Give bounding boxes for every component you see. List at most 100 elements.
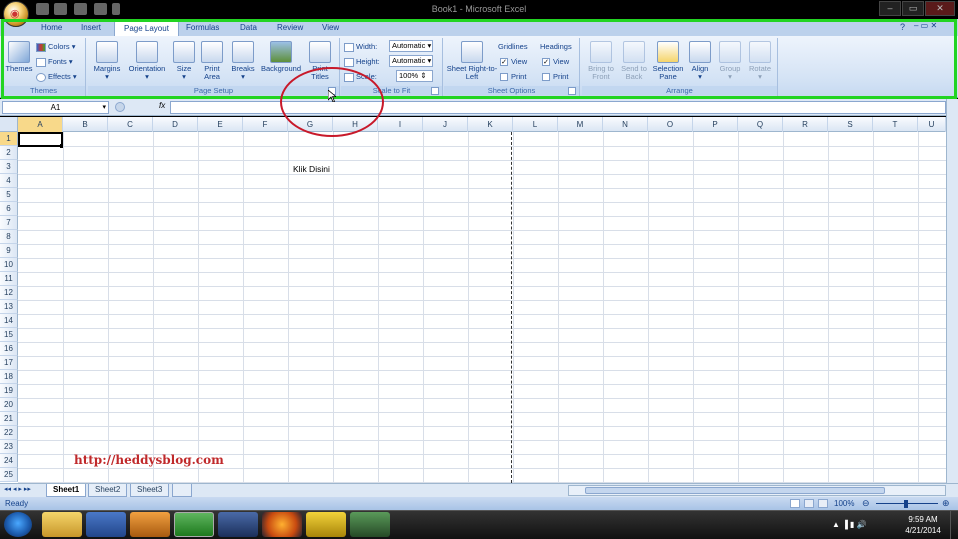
name-box[interactable]: A1 ▾ <box>2 101 109 114</box>
page-break-preview-icon[interactable] <box>818 499 828 508</box>
print-titles-button[interactable]: Print Titles <box>306 41 334 81</box>
row-header-11[interactable]: 11 <box>0 272 18 286</box>
column-header-q[interactable]: Q <box>738 117 783 132</box>
column-header-n[interactable]: N <box>603 117 648 132</box>
column-header-t[interactable]: T <box>873 117 918 132</box>
row-header-7[interactable]: 7 <box>0 216 18 230</box>
margins-button[interactable]: Margins ▾ <box>91 41 123 81</box>
sheet-nav-arrows-icon[interactable]: ◂◂ ◂ ▸ ▸▸ <box>4 485 31 493</box>
column-header-l[interactable]: L <box>513 117 558 132</box>
tab-home[interactable]: Home <box>32 20 71 37</box>
column-header-u[interactable]: U <box>918 117 946 132</box>
app-icon[interactable] <box>218 512 258 537</box>
row-header-4[interactable]: 4 <box>0 174 18 188</box>
excel-icon[interactable] <box>174 512 214 537</box>
restore-button[interactable]: ▭ <box>902 1 924 16</box>
row-header-23[interactable]: 23 <box>0 440 18 454</box>
column-header-k[interactable]: K <box>468 117 513 132</box>
zoom-slider-thumb[interactable] <box>904 500 908 508</box>
gridlines-view-checkbox[interactable]: ✓ View <box>500 56 527 67</box>
column-header-m[interactable]: M <box>558 117 603 132</box>
close-button[interactable]: ✕ <box>925 1 955 16</box>
height-dropdown[interactable]: Automatic ▾ <box>389 55 433 67</box>
fonts-button[interactable]: Fonts ▾ <box>36 56 73 67</box>
cancel-icon[interactable] <box>115 102 125 112</box>
print-area-button[interactable]: Print Area <box>198 41 226 81</box>
help-icon[interactable]: ? <box>900 22 905 32</box>
column-header-e[interactable]: E <box>198 117 243 132</box>
scale-dialog-launcher-icon[interactable] <box>431 87 439 95</box>
row-header-5[interactable]: 5 <box>0 188 18 202</box>
row-header-6[interactable]: 6 <box>0 202 18 216</box>
column-header-p[interactable]: P <box>693 117 738 132</box>
rotate-button[interactable]: Rotate ▾ <box>746 41 774 81</box>
column-header-j[interactable]: J <box>423 117 468 132</box>
insert-sheet-icon[interactable] <box>172 484 192 497</box>
column-header-g[interactable]: G <box>288 117 333 132</box>
orientation-button[interactable]: Orientation ▾ <box>124 41 170 81</box>
scale-spinner[interactable]: 100% ⇕ <box>396 70 433 82</box>
sheet-tab-2[interactable]: Sheet2 <box>88 484 128 497</box>
group-button[interactable]: Group ▾ <box>716 41 744 81</box>
zoom-level[interactable]: 100% <box>834 499 854 508</box>
colors-button[interactable]: Colors ▾ <box>36 41 76 52</box>
selection-pane-button[interactable]: Selection Pane <box>650 41 686 81</box>
column-header-r[interactable]: R <box>783 117 828 132</box>
row-header-17[interactable]: 17 <box>0 356 18 370</box>
row-header-12[interactable]: 12 <box>0 286 18 300</box>
background-button[interactable]: Background <box>258 41 304 73</box>
row-header-14[interactable]: 14 <box>0 314 18 328</box>
zoom-out-icon[interactable]: ⊖ <box>862 498 870 509</box>
row-header-19[interactable]: 19 <box>0 384 18 398</box>
column-header-c[interactable]: C <box>108 117 153 132</box>
normal-view-icon[interactable] <box>790 499 800 508</box>
tab-view[interactable]: View <box>313 20 348 37</box>
row-header-16[interactable]: 16 <box>0 342 18 356</box>
row-header-22[interactable]: 22 <box>0 426 18 440</box>
gridlines-print-checkbox[interactable]: Print <box>500 71 526 82</box>
row-header-2[interactable]: 2 <box>0 146 18 160</box>
headings-print-checkbox[interactable]: Print <box>542 71 568 82</box>
chevron-down-icon[interactable]: ▾ <box>102 102 106 113</box>
row-header-24[interactable]: 24 <box>0 454 18 468</box>
tab-review[interactable]: Review <box>268 20 312 37</box>
workbook-window-controls[interactable]: – ▭ ✕ <box>914 21 937 30</box>
row-header-3[interactable]: 3 <box>0 160 18 174</box>
column-header-d[interactable]: D <box>153 117 198 132</box>
size-button[interactable]: Size ▾ <box>172 41 196 81</box>
start-button[interactable] <box>4 512 32 537</box>
app-board-icon[interactable] <box>350 512 390 537</box>
column-header-a[interactable]: A <box>18 117 63 132</box>
row-header-13[interactable]: 13 <box>0 300 18 314</box>
tab-insert[interactable]: Insert <box>72 20 110 37</box>
sheet-tab-1[interactable]: Sheet1 <box>46 484 87 497</box>
office-button[interactable]: ◉ <box>3 1 29 27</box>
zoom-in-icon[interactable]: ⊕ <box>942 498 950 509</box>
sheet-options-dialog-launcher-icon[interactable] <box>568 87 576 95</box>
formula-input[interactable] <box>170 101 946 114</box>
column-header-f[interactable]: F <box>243 117 288 132</box>
row-header-9[interactable]: 9 <box>0 244 18 258</box>
row-header-8[interactable]: 8 <box>0 230 18 244</box>
horizontal-scrollbar[interactable] <box>568 485 946 496</box>
tab-data[interactable]: Data <box>231 20 266 37</box>
align-button[interactable]: Align ▾ <box>686 41 714 81</box>
insert-function-icon[interactable]: fx <box>159 101 165 110</box>
column-header-s[interactable]: S <box>828 117 873 132</box>
send-to-back-button[interactable]: Send to Back <box>618 41 650 81</box>
width-dropdown[interactable]: Automatic ▾ <box>389 40 433 52</box>
app-v-icon[interactable] <box>306 512 346 537</box>
show-desktop-button[interactable] <box>950 511 958 539</box>
column-header-o[interactable]: O <box>648 117 693 132</box>
row-header-20[interactable]: 20 <box>0 398 18 412</box>
scroll-thumb[interactable] <box>585 487 885 494</box>
page-layout-view-icon[interactable] <box>804 499 814 508</box>
file-explorer-icon[interactable] <box>42 512 82 537</box>
row-header-21[interactable]: 21 <box>0 412 18 426</box>
breaks-button[interactable]: Breaks ▾ <box>228 41 258 81</box>
tab-page-layout[interactable]: Page Layout <box>114 20 179 37</box>
word-icon[interactable] <box>86 512 126 537</box>
cell-g3[interactable]: Klik Disini <box>293 164 330 174</box>
media-player-icon[interactable] <box>130 512 170 537</box>
tab-formulas[interactable]: Formulas <box>177 20 228 37</box>
